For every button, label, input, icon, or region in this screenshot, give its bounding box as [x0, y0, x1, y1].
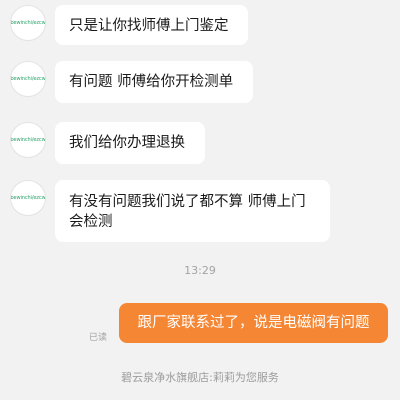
message-text: 我们给你办理退换	[69, 135, 185, 151]
read-status: 已读	[89, 333, 108, 343]
shop-logo-text: bewinchi/ezcw	[10, 195, 46, 201]
shop-avatar[interactable]: bewinchi/ezcw	[10, 5, 46, 41]
received-message-bubble[interactable]: 有没有问题我们说了都不算 师傅上门 会检测	[55, 180, 330, 242]
shop-logo-text: bewinchi/ezcw	[10, 137, 46, 143]
message-text-line: 会检测	[69, 214, 113, 230]
shop-avatar[interactable]: bewinchi/ezcw	[10, 180, 46, 216]
shop-logo-text: bewinchi/ezcw	[10, 20, 46, 26]
chat-timestamp: 13:29	[184, 264, 216, 277]
received-message-bubble[interactable]: 有问题 师傅给你开检测单	[55, 61, 253, 103]
service-agent-note: 碧云泉净水旗舰店:莉莉为您服务	[121, 371, 279, 384]
message-text-line: 有没有问题我们说了都不算 师傅上门	[69, 194, 306, 210]
sent-message-bubble[interactable]: 跟厂家联系过了，说是电磁阀有问题	[119, 303, 388, 343]
received-message-bubble[interactable]: 我们给你办理退换	[55, 122, 205, 164]
received-message-bubble[interactable]: 只是让你找师傅上门鉴定	[55, 5, 248, 45]
shop-avatar[interactable]: bewinchi/ezcw	[10, 61, 46, 97]
message-text: 跟厂家联系过了，说是电磁阀有问题	[137, 315, 370, 331]
shop-logo-text: bewinchi/ezcw	[10, 76, 46, 82]
message-text: 有问题 师傅给你开检测单	[69, 74, 234, 90]
shop-avatar[interactable]: bewinchi/ezcw	[10, 122, 46, 158]
message-text: 只是让你找师傅上门鉴定	[69, 18, 229, 34]
